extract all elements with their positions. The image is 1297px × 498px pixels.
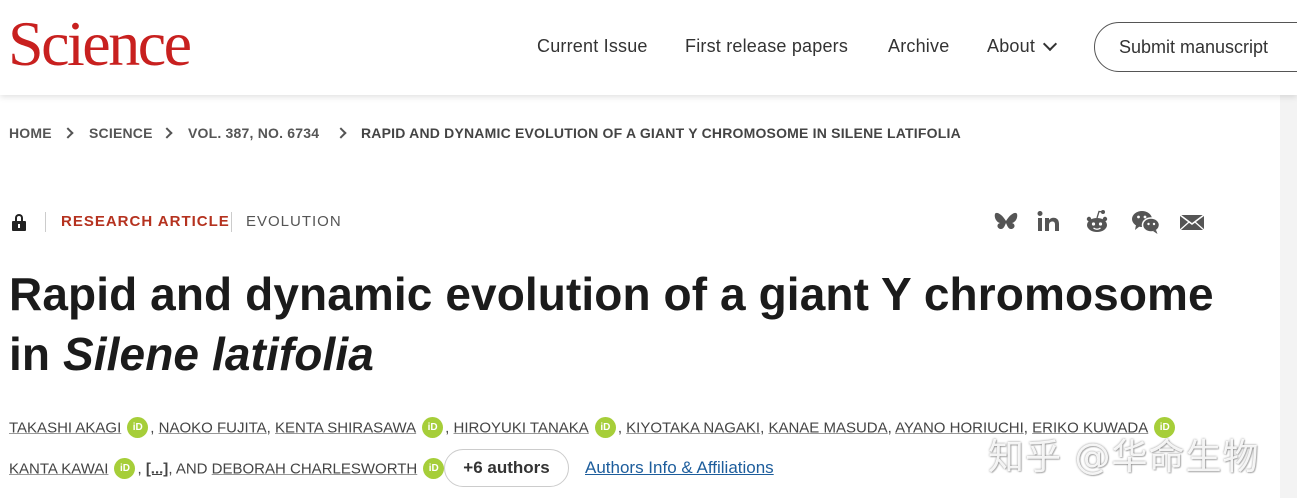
science-logo[interactable]: Science bbox=[8, 12, 192, 76]
and-text: , AND bbox=[168, 460, 208, 478]
orcid-icon[interactable]: iD bbox=[127, 417, 149, 438]
nav-archive[interactable]: Archive bbox=[888, 36, 949, 57]
wechat-icon[interactable] bbox=[1131, 208, 1161, 236]
title-species: Silene latifolia bbox=[62, 328, 374, 380]
article-type-label: RESEARCH ARTICLE bbox=[61, 213, 230, 230]
lock-icon bbox=[12, 214, 26, 231]
chevron-down-icon bbox=[1042, 36, 1058, 52]
nav-current-issue[interactable]: Current Issue bbox=[537, 36, 648, 57]
bluesky-icon[interactable] bbox=[992, 208, 1020, 236]
author-link[interactable]: KANAE MASUDA bbox=[768, 419, 887, 436]
title-main: Rapid and dynamic evolution of a giant Y… bbox=[9, 268, 1214, 320]
authors-affiliations-link[interactable]: Authors Info & Affiliations bbox=[585, 458, 774, 478]
breadcrumb-home[interactable]: HOME bbox=[9, 125, 52, 141]
reddit-icon[interactable] bbox=[1083, 208, 1111, 236]
authors-ellipsis[interactable]: [...] bbox=[146, 460, 169, 477]
watermark: 知乎 @华命生物 bbox=[988, 437, 1260, 478]
author-list-line-2: KANTA KAWAI iD, [...], AND DEBORAH CHARLE… bbox=[9, 458, 446, 481]
site-header: Science Current Issue First release pape… bbox=[0, 0, 1297, 95]
article-title: Rapid and dynamic evolution of a giant Y… bbox=[9, 264, 1269, 384]
submit-manuscript-button[interactable]: Submit manuscript bbox=[1094, 22, 1297, 72]
author-link[interactable]: KIYOTAKA NAGAKI bbox=[626, 419, 760, 436]
author-link[interactable]: TAKASHI AKAGI bbox=[9, 419, 121, 436]
nav-about[interactable]: About bbox=[987, 36, 1058, 57]
nav-about-label: About bbox=[987, 36, 1036, 56]
orcid-icon[interactable]: iD bbox=[422, 417, 444, 438]
title-in: in bbox=[9, 328, 51, 380]
author-link[interactable]: HIROYUKI TANAKA bbox=[454, 419, 589, 436]
orcid-icon[interactable]: iD bbox=[423, 458, 445, 479]
divider bbox=[45, 212, 46, 232]
breadcrumb-science[interactable]: SCIENCE bbox=[89, 125, 153, 141]
author-link[interactable]: KENTA SHIRASAWA bbox=[275, 419, 416, 436]
email-icon[interactable] bbox=[1178, 208, 1206, 236]
subject-link[interactable]: EVOLUTION bbox=[246, 213, 342, 230]
breadcrumb-current: RAPID AND DYNAMIC EVOLUTION OF A GIANT Y… bbox=[361, 125, 961, 141]
author-link[interactable]: NAOKO FUJITA bbox=[159, 419, 267, 436]
nav-first-release-papers[interactable]: First release papers bbox=[685, 36, 848, 57]
orcid-icon[interactable]: iD bbox=[594, 417, 616, 438]
linkedin-icon[interactable] bbox=[1035, 208, 1063, 236]
divider bbox=[231, 212, 232, 232]
author-link[interactable]: DEBORAH CHARLESWORTH bbox=[212, 460, 418, 477]
orcid-icon[interactable]: iD bbox=[114, 458, 136, 479]
breadcrumb-issue[interactable]: VOL. 387, NO. 6734 bbox=[188, 125, 319, 141]
more-authors-button[interactable]: +6 authors bbox=[444, 449, 569, 487]
author-link[interactable]: KANTA KAWAI bbox=[9, 460, 108, 477]
